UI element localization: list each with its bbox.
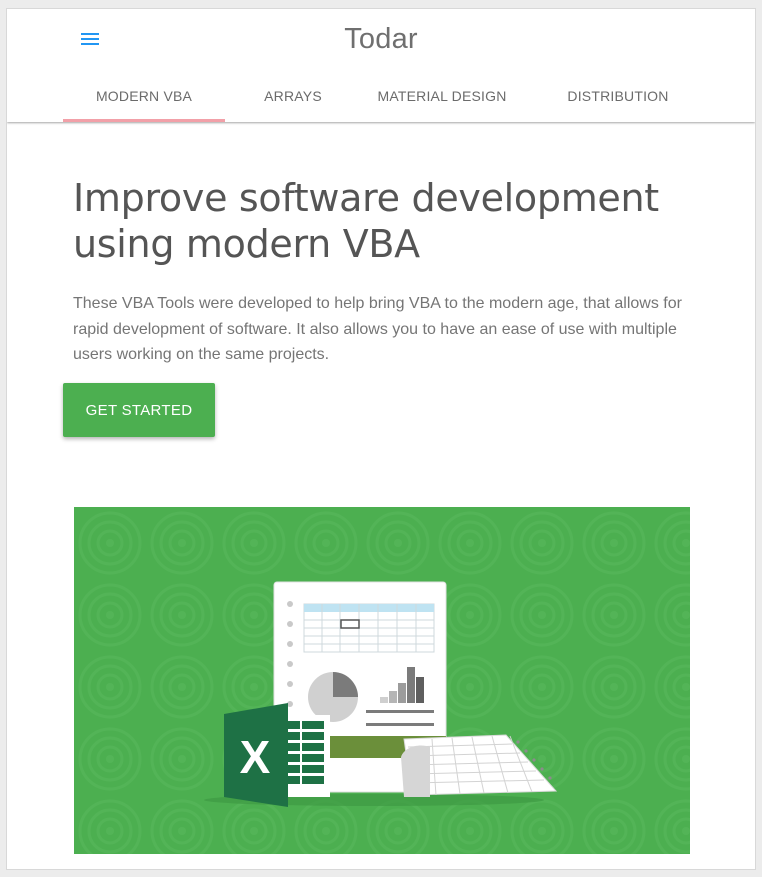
hero-title-line-1: Improve software development <box>73 176 659 220</box>
banner-image: X <box>74 507 690 854</box>
hero-title: Improve software development using moder… <box>73 175 693 267</box>
tab-material-design[interactable]: MATERIAL DESIGN <box>367 71 517 122</box>
get-started-button[interactable]: GET STARTED <box>63 383 215 437</box>
tab-modern-vba[interactable]: MODERN VBA <box>63 71 225 122</box>
excel-spreadsheet-illustration: X <box>74 507 690 854</box>
hero-description: These VBA Tools were developed to help b… <box>73 295 682 363</box>
tab-distribution[interactable]: DISTRIBUTION <box>551 71 685 122</box>
app-bar: Todar MODERN VBA ARRAYS MATERIAL DESIGN … <box>7 9 755 122</box>
tab-arrays[interactable]: ARRAYS <box>241 71 345 122</box>
excel-logo-letter: X <box>240 731 271 783</box>
tab-bar: MODERN VBA ARRAYS MATERIAL DESIGN DISTRI… <box>63 71 703 122</box>
hero-title-line-2: using modern VBA <box>73 222 420 266</box>
page-frame: Todar MODERN VBA ARRAYS MATERIAL DESIGN … <box>6 8 756 870</box>
app-title: Todar <box>344 23 418 55</box>
